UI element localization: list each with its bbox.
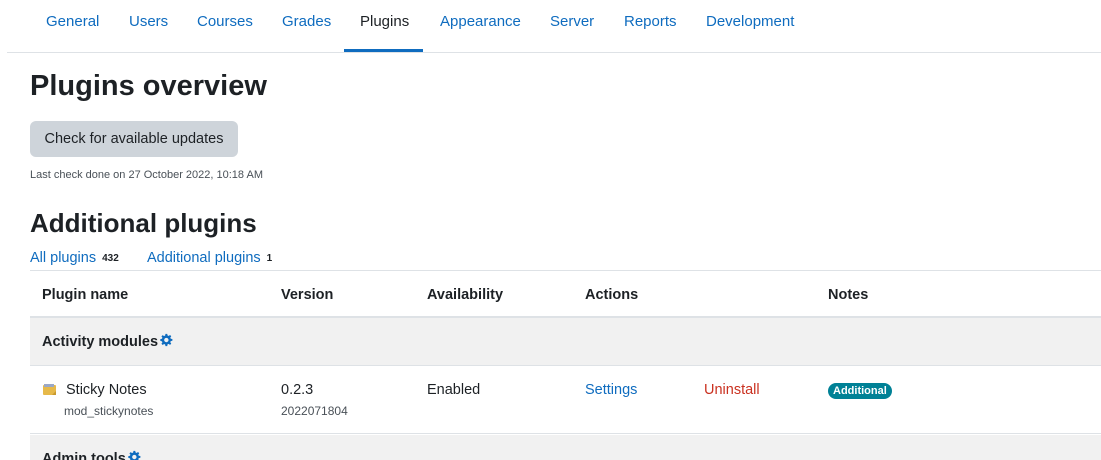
active-tab-indicator	[344, 49, 423, 52]
last-check-text: Last check done on 27 October 2022, 10:1…	[30, 169, 263, 181]
gear-icon[interactable]	[159, 333, 173, 347]
tab-courses[interactable]: Courses	[197, 0, 253, 53]
plugin-build-number: 2022071804	[281, 404, 348, 418]
tab-plugins[interactable]: Plugins	[360, 0, 409, 53]
gear-icon[interactable]	[127, 450, 141, 460]
plugin-uninstall-link[interactable]: Uninstall	[704, 382, 760, 398]
tab-reports[interactable]: Reports	[624, 0, 677, 53]
filter-additional-plugins-label[interactable]: Additional plugins	[147, 250, 261, 266]
header-plugin-name: Plugin name	[42, 287, 129, 303]
plugin-name: Sticky Notes	[66, 382, 147, 398]
group-label: Admin tools	[42, 450, 141, 460]
header-actions: Actions	[585, 287, 639, 303]
group-label: Activity modules	[42, 333, 173, 350]
filter-all-plugins-count: 432	[102, 253, 119, 264]
check-updates-button[interactable]: Check for available updates	[30, 121, 238, 157]
header-version: Version	[281, 287, 334, 303]
sticky-note-icon	[43, 384, 56, 395]
tab-server[interactable]: Server	[550, 0, 594, 53]
tab-appearance[interactable]: Appearance	[440, 0, 521, 53]
filter-all-plugins[interactable]: All plugins 432	[30, 250, 119, 266]
filter-additional-plugins[interactable]: Additional plugins 1	[147, 250, 272, 266]
group-row-admin-tools: Admin tools	[30, 435, 1101, 460]
tab-users[interactable]: Users	[129, 0, 168, 53]
plugin-row-sticky-notes: Sticky Notes mod_stickynotes 0.2.3 20220…	[30, 367, 1101, 434]
plugin-settings-link[interactable]: Settings	[585, 382, 637, 398]
header-notes: Notes	[828, 287, 869, 303]
group-label-text: Activity modules	[42, 334, 159, 350]
plugin-version: 0.2.3	[281, 382, 314, 398]
additional-badge: Additional	[828, 383, 892, 399]
plugin-availability: Enabled	[427, 382, 481, 398]
tab-grades[interactable]: Grades	[282, 0, 331, 53]
filter-additional-plugins-count: 1	[266, 253, 273, 264]
group-row-activity-modules: Activity modules	[30, 318, 1101, 366]
group-label-text: Admin tools	[42, 451, 126, 460]
section-title: Additional plugins	[30, 208, 257, 238]
admin-nav-tabs: General Users Courses Grades Plugins App…	[7, 0, 1101, 53]
page-title: Plugins overview	[30, 70, 267, 102]
table-header-row: Plugin name Version Availability Actions…	[30, 270, 1101, 318]
tab-general[interactable]: General	[46, 0, 99, 53]
header-availability: Availability	[427, 287, 504, 303]
filter-all-plugins-label[interactable]: All plugins	[30, 250, 96, 266]
plugin-component: mod_stickynotes	[64, 404, 154, 418]
tab-development[interactable]: Development	[706, 0, 794, 53]
